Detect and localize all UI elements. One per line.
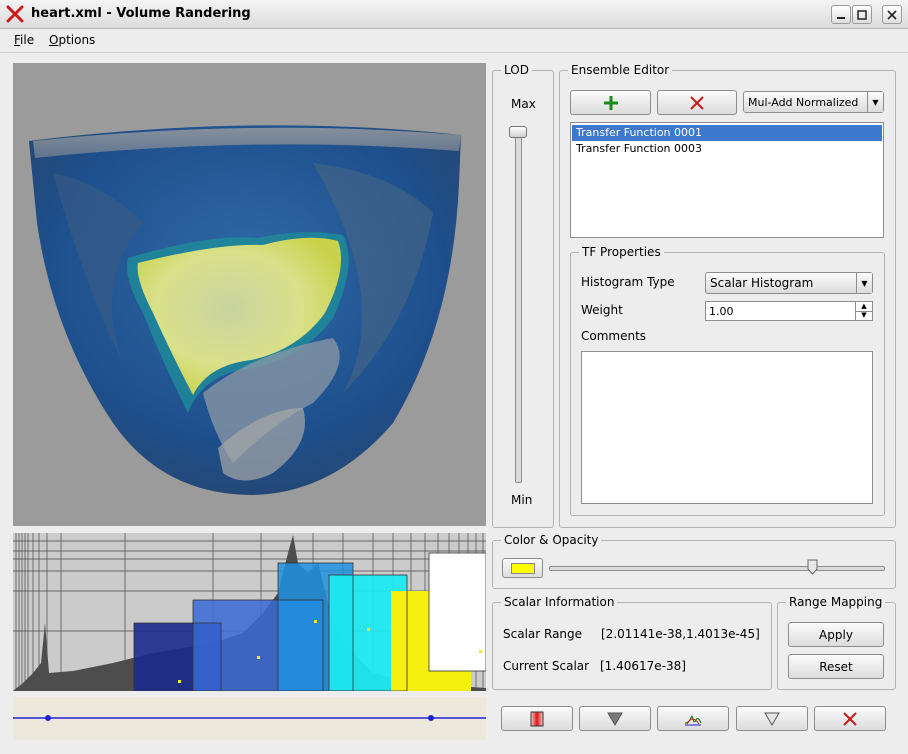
histogram-editor[interactable]	[13, 533, 486, 691]
add-transfer-function-button[interactable]	[570, 90, 651, 115]
heart-volume-rendering	[29, 125, 461, 495]
maximize-icon	[857, 9, 867, 20]
weight-label: Weight	[581, 303, 623, 317]
curve-button[interactable]	[657, 706, 729, 731]
color-opacity-group: Color & Opacity	[492, 533, 896, 589]
color-swatch	[510, 562, 535, 574]
range-mapping-title: Range Mapping	[786, 595, 886, 609]
delete-button[interactable]	[814, 706, 886, 731]
scalar-range-label: Scalar Range	[503, 627, 583, 641]
reset-button[interactable]: Reset	[788, 654, 884, 679]
remove-transfer-function-button[interactable]	[657, 90, 737, 115]
color-opacity-title: Color & Opacity	[501, 533, 602, 547]
list-item-tf-0003[interactable]: Transfer Function 0003	[572, 141, 882, 157]
transfer-function-list[interactable]: Transfer Function 0001 Transfer Function…	[570, 122, 884, 238]
current-scalar-value: [1.40617e-38]	[600, 659, 686, 673]
volume-render-viewport[interactable]	[13, 63, 486, 526]
histogram-type-value: Scalar Histogram	[710, 276, 814, 290]
ensemble-editor-title: Ensemble Editor	[568, 63, 673, 77]
current-scalar-label: Current Scalar	[503, 659, 590, 673]
scalar-information-title: Scalar Information	[501, 595, 618, 609]
weight-spinbox[interactable]: 1.00 ▲ ▼	[705, 301, 873, 321]
color-picker-button[interactable]	[502, 558, 543, 578]
color-gradient-button[interactable]	[501, 706, 573, 731]
apply-button[interactable]: Apply	[788, 622, 884, 647]
menu-bar: File Options	[0, 29, 908, 53]
close-window-button[interactable]	[882, 5, 902, 24]
histogram-type-select[interactable]: Scalar Histogram ▼	[705, 272, 873, 294]
triangle-down-outline-icon	[764, 712, 780, 726]
comments-textarea[interactable]	[581, 351, 873, 504]
spin-down-icon[interactable]: ▼	[855, 311, 872, 320]
window-title: heart.xml - Volume Randering	[31, 6, 251, 21]
maximize-button[interactable]	[852, 5, 872, 24]
chevron-down-icon: ▼	[867, 92, 883, 112]
close-icon	[887, 9, 897, 20]
slider-handle-icon	[807, 559, 818, 575]
plus-icon	[603, 95, 618, 110]
list-item-tf-0001[interactable]: Transfer Function 0001	[572, 125, 882, 141]
blend-mode-value: Mul-Add Normalized	[748, 95, 859, 109]
menu-file-label: ile	[20, 33, 35, 47]
move-down-button[interactable]	[579, 706, 651, 731]
x-icon	[690, 95, 704, 110]
tf-region-white[interactable]	[429, 553, 486, 671]
scalar-information-group: Scalar Information	[492, 595, 772, 690]
blend-mode-select[interactable]: Mul-Add Normalized ▼	[743, 91, 884, 113]
lod-slider-handle[interactable]	[509, 126, 527, 138]
minimize-icon	[837, 16, 845, 19]
tf-range-curve	[13, 715, 486, 721]
lod-slider-track[interactable]	[515, 129, 522, 483]
range-handle-left[interactable]	[45, 715, 51, 721]
title-bar: heart.xml - Volume Randering	[0, 0, 908, 29]
weight-value: 1.00	[709, 305, 734, 318]
app-logo-icon	[6, 5, 24, 23]
curve-icon	[684, 715, 702, 725]
menu-file[interactable]: File	[14, 33, 34, 47]
lod-title: LOD	[501, 63, 532, 77]
lod-max-label: Max	[511, 97, 536, 111]
lod-min-label: Min	[511, 493, 533, 507]
menu-options[interactable]: Options	[49, 33, 95, 47]
minimize-button[interactable]	[831, 5, 851, 24]
comments-label: Comments	[581, 329, 647, 343]
triangle-down-icon	[607, 712, 623, 726]
histogram-plot	[13, 533, 486, 691]
opacity-slider-track[interactable]	[549, 566, 885, 571]
menu-options-label: ptions	[58, 33, 96, 47]
move-down-outline-button[interactable]	[736, 706, 808, 731]
scalar-range-value: [2.01141e-38,1.4013e-45]	[601, 627, 760, 641]
lod-group: LOD Max Min	[492, 63, 554, 528]
chevron-down-icon: ▼	[856, 273, 872, 293]
tf-properties-title: TF Properties	[579, 245, 664, 259]
x-icon	[843, 711, 857, 726]
tf-range-strip[interactable]	[13, 697, 486, 740]
range-handle-right[interactable]	[428, 715, 434, 721]
histogram-type-label: Histogram Type	[581, 275, 675, 289]
color-swatch-icon	[530, 711, 544, 726]
opacity-slider-handle[interactable]	[807, 559, 818, 575]
